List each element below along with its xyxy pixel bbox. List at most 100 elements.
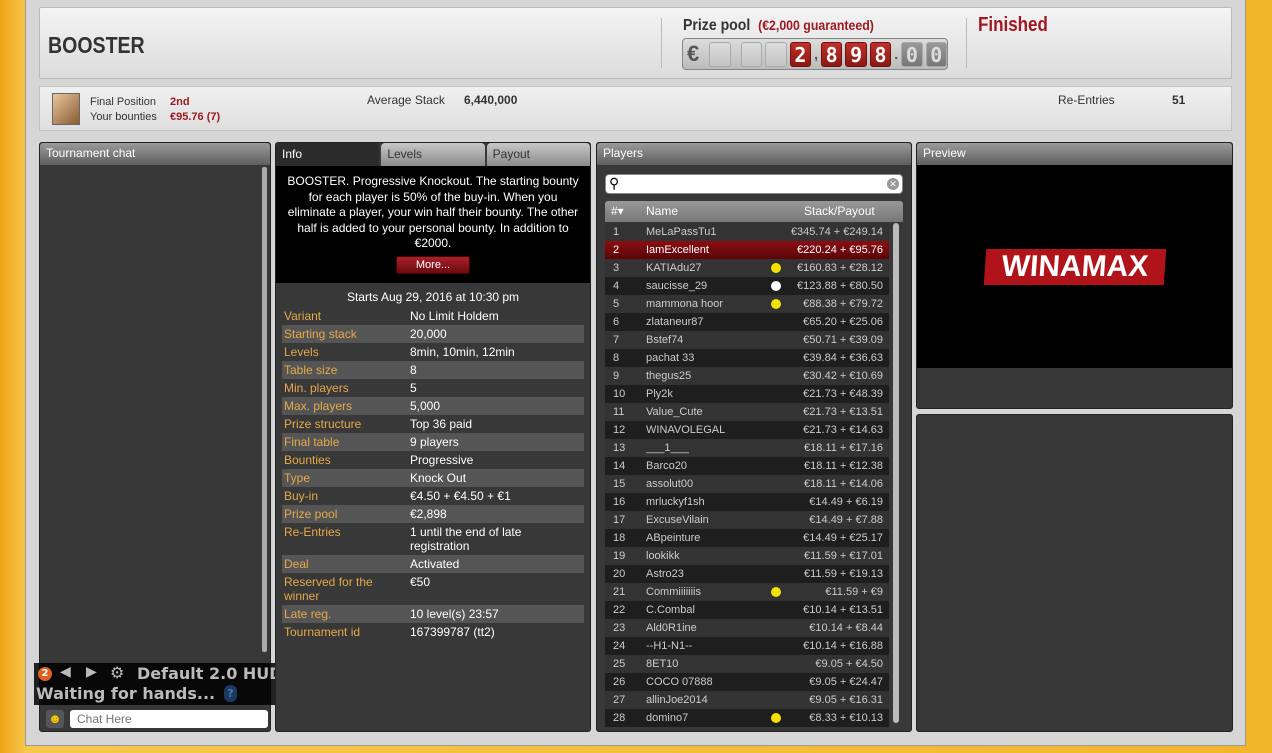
info-row: Max. players 5,000 [282, 397, 584, 415]
player-row[interactable]: 4 saucisse_29 €123.88 + €80.50 [605, 277, 889, 295]
status-dot-icon [771, 263, 781, 273]
player-name: MeLaPassTu1 [646, 226, 717, 238]
player-name: domino7 [646, 712, 689, 724]
player-row[interactable]: 10 Ply2k €21.73 + €48.39 [605, 385, 889, 403]
col-rank[interactable]: #▾ [611, 201, 624, 222]
player-row[interactable]: 9 thegus25 €30.42 + €10.69 [605, 367, 889, 385]
tab-info[interactable]: Info [276, 143, 380, 166]
player-name: lookikk [646, 550, 680, 562]
player-rank: 23 [613, 622, 626, 634]
status: Finished [978, 14, 1048, 36]
player-name: allinJoe2014 [646, 694, 708, 706]
player-row[interactable]: 16 mrluckyf1sh €14.49 + €6.19 [605, 493, 889, 511]
next-icon[interactable]: ▶ [86, 664, 97, 680]
info-value: No Limit Holdem [410, 309, 499, 323]
tab-levels[interactable]: Levels [381, 143, 485, 166]
player-row[interactable]: 1 MeLaPassTu1 €345.74 + €249.14 [605, 223, 889, 241]
preview-image: WINAMAX [917, 165, 1232, 368]
player-name: ABpeinture [646, 532, 701, 544]
col-stack[interactable]: Stack/Payout [804, 201, 875, 222]
player-row[interactable]: 22 C.Combal €10.14 + €13.51 [605, 601, 889, 619]
digit: 8 [869, 41, 892, 67]
search-input[interactable]: ⚲ ✕ [605, 174, 903, 194]
info-row: Table size 8 [282, 361, 584, 379]
player-stack: €21.73 + €48.39 [803, 388, 883, 400]
player-stack: €8.33 + €10.13 [809, 712, 883, 724]
player-row[interactable]: 11 Value_Cute €21.73 + €13.51 [605, 403, 889, 421]
player-row[interactable]: 18 ABpeinture €14.49 + €25.17 [605, 529, 889, 547]
avatar[interactable] [52, 93, 80, 125]
info-row: Re-Entries 1 until the end of late regist… [282, 523, 584, 555]
digit: 8 [820, 41, 843, 67]
player-stack: €10.14 + €16.88 [803, 640, 883, 652]
tab-payout[interactable]: Payout [486, 143, 590, 166]
player-row[interactable]: 5 mammona hoor €88.38 + €79.72 [605, 295, 889, 313]
player-row[interactable]: 17 ExcuseVilain €14.49 + €7.88 [605, 511, 889, 529]
emoji-icon[interactable]: ☻ [46, 710, 64, 728]
player-stack: €21.73 + €13.51 [803, 406, 883, 418]
player-rank: 3 [613, 262, 620, 274]
info-row: Prize pool €2,898 [282, 505, 584, 523]
player-name: assolut00 [646, 478, 694, 490]
info-label: Type [284, 471, 311, 485]
player-row[interactable]: 12 WINAVOLEGAL €21.73 + €14.63 [605, 421, 889, 439]
player-stack: €10.14 + €8.44 [809, 622, 883, 634]
help-icon[interactable]: ? [224, 685, 237, 702]
col-name[interactable]: Name [646, 201, 678, 222]
prev-icon[interactable]: ◀ [60, 664, 71, 680]
chat-scrollbar[interactable] [262, 167, 267, 652]
description: BOOSTER. Progressive Knockout. The start… [276, 166, 590, 283]
player-row[interactable]: 2 IamExcellent €220.24 + €95.76 [605, 241, 889, 259]
player-row[interactable]: 23 Ald0R1ine €10.14 + €8.44 [605, 619, 889, 637]
gear-icon[interactable]: ⚙ [110, 663, 124, 682]
player-row[interactable]: 3 KATIAdu27 €160.83 + €28.12 [605, 259, 889, 277]
player-name: KATIAdu27 [646, 262, 702, 274]
player-name: saucisse_29 [646, 280, 708, 292]
player-rank: 5 [613, 298, 620, 310]
currency: € [687, 41, 700, 66]
player-row[interactable]: 25 8ET10 €9.05 + €4.50 [605, 655, 889, 673]
digit: 0 [925, 41, 948, 67]
player-stack: €123.88 + €80.50 [797, 280, 883, 292]
player-row[interactable]: 24 --H1-N1-- €10.14 + €16.88 [605, 637, 889, 655]
player-row[interactable]: 8 pachat 33 €39.84 + €36.63 [605, 349, 889, 367]
player-name: mammona hoor [646, 298, 724, 310]
player-name: ___1___ [646, 442, 689, 454]
info-value: 20,000 [410, 327, 447, 341]
player-rank: 19 [613, 550, 626, 562]
chat-input[interactable] [70, 710, 268, 728]
player-rank: 1 [613, 226, 620, 238]
player-row[interactable]: 7 Bstef74 €50.71 + €39.09 [605, 331, 889, 349]
players-scrollbar[interactable] [893, 223, 899, 723]
info-row: Starting stack 20,000 [282, 325, 584, 343]
player-name: WINAVOLEGAL [646, 424, 726, 436]
player-row[interactable]: 14 Barco20 €18.11 + €12.38 [605, 457, 889, 475]
info-label: Final table [284, 435, 340, 449]
players-table-header: #▾ Name Stack/Payout [605, 201, 903, 222]
player-stack: €65.20 + €25.06 [803, 316, 883, 328]
player-row[interactable]: 28 domino7 €8.33 + €10.13 [605, 709, 889, 727]
player-row[interactable]: 21 Commiiiiiiis €11.59 + €9 [605, 583, 889, 601]
player-row[interactable]: 27 allinJoe2014 €9.05 + €16.31 [605, 691, 889, 709]
player-row[interactable]: 15 assolut00 €18.11 + €14.06 [605, 475, 889, 493]
info-value: 8min, 10min, 12min [410, 345, 515, 359]
info-value: 10 level(s) 23:57 [410, 607, 499, 621]
info-value: 5 [410, 381, 417, 395]
info-row: Late reg. 10 level(s) 23:57 [282, 605, 584, 623]
player-row[interactable]: 13 ___1___ €18.11 + €17.16 [605, 439, 889, 457]
player-name: Commiiiiiiis [646, 586, 701, 598]
hud-name[interactable]: Default 2.0 HUD [137, 664, 283, 683]
player-row[interactable]: 6 zlataneur87 €65.20 + €25.06 [605, 313, 889, 331]
preview-panel: Preview WINAMAX [916, 142, 1233, 409]
clear-icon[interactable]: ✕ [887, 178, 899, 190]
player-rank: 25 [613, 658, 626, 670]
info-label: Min. players [284, 381, 349, 395]
player-row[interactable]: 20 Astro23 €11.59 + €19.13 [605, 565, 889, 583]
player-row[interactable]: 19 lookikk €11.59 + €17.01 [605, 547, 889, 565]
info-value: 9 players [410, 435, 459, 449]
player-stack: €220.24 + €95.76 [797, 244, 883, 256]
info-value: Knock Out [410, 471, 467, 485]
player-row[interactable]: 26 COCO 07888 €9.05 + €24.47 [605, 673, 889, 691]
more-button[interactable]: More... [396, 255, 470, 274]
info-row: Min. players 5 [282, 379, 584, 397]
